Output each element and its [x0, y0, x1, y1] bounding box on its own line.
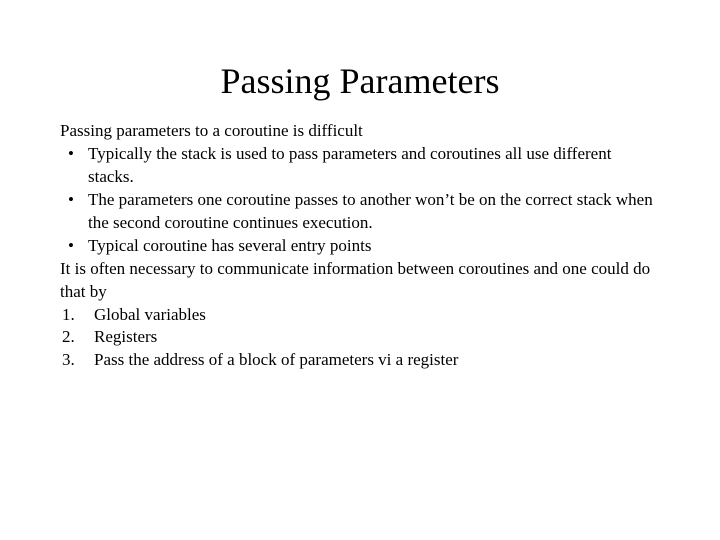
intro2-text: It is often necessary to communicate inf… [60, 258, 660, 304]
list-item: The parameters one coroutine passes to a… [60, 189, 660, 235]
slide-title: Passing Parameters [60, 60, 660, 102]
slide: Passing Parameters Passing parameters to… [0, 0, 720, 372]
bullet-list: Typically the stack is used to pass para… [60, 143, 660, 258]
slide-body: Passing parameters to a coroutine is dif… [60, 120, 660, 372]
list-item: Registers [60, 326, 660, 349]
list-item: Pass the address of a block of parameter… [60, 349, 660, 372]
list-item: Typically the stack is used to pass para… [60, 143, 660, 189]
list-item: Typical coroutine has several entry poin… [60, 235, 660, 258]
list-item: Global variables [60, 304, 660, 327]
intro-text: Passing parameters to a coroutine is dif… [60, 120, 660, 143]
numbered-list: Global variables Registers Pass the addr… [60, 304, 660, 373]
